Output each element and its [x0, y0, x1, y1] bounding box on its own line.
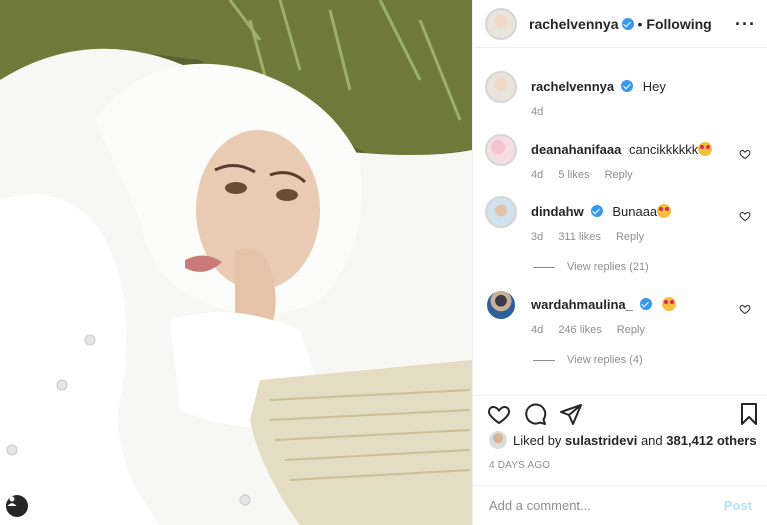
following-button[interactable]: Following [646, 16, 711, 32]
verified-badge-icon [621, 17, 634, 30]
heart-eyes-emoji-icon [661, 297, 676, 311]
view-replies-label[interactable]: View replies (21) [567, 261, 649, 273]
view-replies-label[interactable]: View replies (4) [567, 354, 643, 366]
avatar[interactable] [485, 71, 517, 103]
likes-prefix: Liked by [513, 432, 562, 448]
comment-time[interactable]: 4d [531, 324, 543, 336]
post-header: rachelvennya • Following ··· [473, 0, 767, 48]
view-replies-button[interactable]: View replies (4) [533, 354, 643, 366]
user-tag-icon[interactable] [6, 495, 28, 517]
verified-badge-icon [590, 205, 603, 217]
comments-list: rachelvennya Hey 4d deanahanifaaa cancik… [473, 55, 767, 395]
comment-input[interactable] [489, 498, 724, 513]
heart-icon[interactable] [487, 402, 511, 426]
post-actions [473, 395, 767, 435]
heart-eyes-emoji-icon [657, 204, 672, 218]
comment-time[interactable]: 4d [531, 169, 543, 181]
verified-badge-icon [621, 80, 634, 92]
likes-others[interactable]: 381,412 others [666, 433, 756, 448]
separator-dot: • [637, 15, 643, 32]
view-replies-button[interactable]: View replies (21) [533, 261, 649, 273]
comment-username[interactable]: deanahanifaaa [531, 142, 621, 157]
likes-and: and [640, 432, 663, 448]
comment-text: Hey [642, 79, 666, 94]
list-item: deanahanifaaa cancikkkkkk 4d 5 likes Rep… [485, 134, 755, 181]
comment-box: Post [473, 485, 767, 525]
likes-summary: Liked by sulastridevi and 381,412 others [489, 431, 757, 449]
comment-text: Bunaaa [612, 204, 658, 219]
liker-username[interactable]: sulastridevi [565, 433, 637, 448]
comment-text: cancikkkkkk [628, 142, 699, 157]
comment-likes[interactable]: 5 likes [558, 169, 589, 181]
share-icon[interactable] [559, 402, 583, 426]
list-item: rachelvennya Hey 4d [485, 71, 755, 118]
heart-icon[interactable] [739, 303, 751, 315]
more-options-icon[interactable]: ··· [735, 14, 756, 35]
heart-icon[interactable] [739, 148, 751, 160]
comment-likes[interactable]: 311 likes [558, 231, 601, 243]
avatar[interactable] [485, 196, 517, 228]
bookmark-icon[interactable] [737, 402, 761, 426]
post-photo-illustration [0, 0, 472, 525]
list-item: wardahmaulina_ 4d 246 likes Reply [485, 289, 755, 336]
reply-button[interactable]: Reply [617, 324, 645, 336]
comment-likes[interactable]: 246 likes [558, 324, 601, 336]
comment-time[interactable]: 4d [531, 106, 543, 118]
liker-avatar[interactable] [489, 431, 507, 449]
comment-username[interactable]: dindahw [531, 204, 584, 219]
verified-badge-icon [639, 298, 652, 310]
post-button[interactable]: Post [724, 498, 752, 513]
comment-username[interactable]: wardahmaulina_ [531, 297, 633, 312]
reply-button[interactable]: Reply [616, 231, 644, 243]
comment-username[interactable]: rachelvennya [531, 79, 614, 94]
author-avatar[interactable] [485, 7, 517, 40]
post-timestamp[interactable]: 4 DAYS AGO [489, 460, 550, 471]
reply-button[interactable]: Reply [605, 169, 633, 181]
avatar[interactable] [485, 289, 517, 321]
author-username[interactable]: rachelvennya [529, 16, 619, 32]
avatar[interactable] [485, 134, 517, 166]
comment-time[interactable]: 3d [531, 231, 543, 243]
heart-icon[interactable] [739, 210, 751, 222]
comment-icon[interactable] [523, 402, 547, 426]
post-image[interactable] [0, 0, 472, 525]
heart-eyes-emoji-icon [698, 142, 713, 156]
post-panel: rachelvennya • Following ··· rachelvenny… [472, 0, 767, 525]
list-item: dindahw Bunaaa 3d 311 likes Reply [485, 196, 755, 243]
